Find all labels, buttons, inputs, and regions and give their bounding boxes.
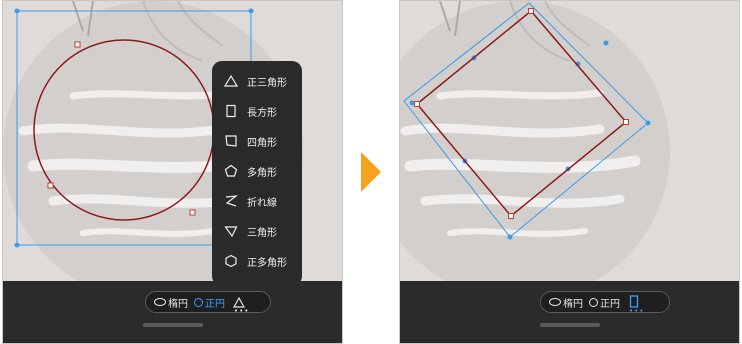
quadrilateral-icon xyxy=(225,135,237,147)
selection-handle[interactable] xyxy=(603,40,609,46)
home-indicator xyxy=(142,323,203,327)
circle-icon xyxy=(194,297,203,307)
left-screenshot-panel: 正三角形 長方形 四角形 多角形 折れ線 三角形 正多角形 楕円 正円 ••• xyxy=(2,0,343,344)
regular-polygon-icon xyxy=(225,254,237,268)
shape-mode-selector: 楕円 正円 ••• xyxy=(145,291,271,315)
menu-item-polygon[interactable]: 多角形 xyxy=(212,156,302,186)
selection-handle[interactable] xyxy=(14,242,20,248)
selection-handle[interactable] xyxy=(248,8,254,14)
triangle-icon xyxy=(224,226,238,238)
menu-item-label: 折れ線 xyxy=(247,197,277,209)
shape-control-point[interactable] xyxy=(189,209,196,216)
menu-item-label: 三角形 xyxy=(247,227,277,239)
shape-type-menu: 正三角形 長方形 四角形 多角形 折れ線 三角形 正多角形 xyxy=(212,61,302,293)
planet-illustration xyxy=(400,1,670,283)
more-shapes-button[interactable]: ••• xyxy=(231,294,248,315)
ellipse-option[interactable]: 楕円 xyxy=(549,295,583,310)
selection-handle[interactable] xyxy=(645,120,651,126)
menu-item-polyline[interactable]: 折れ線 xyxy=(212,186,302,216)
shape-control-point[interactable] xyxy=(414,101,420,107)
bottom-toolbar: 楕円 正円 ••• xyxy=(3,281,342,343)
drawing-canvas[interactable] xyxy=(400,1,740,283)
ellipse-icon xyxy=(154,298,166,306)
menu-item-label: 正多角形 xyxy=(247,257,287,269)
home-indicator xyxy=(539,323,600,327)
shape-control-point[interactable] xyxy=(47,182,54,189)
menu-item-label: 正三角形 xyxy=(247,77,287,89)
circle-option[interactable]: 正円 xyxy=(589,295,620,310)
menu-item-rectangle[interactable]: 長方形 xyxy=(212,96,302,126)
selection-handle[interactable] xyxy=(409,100,415,106)
equilateral-triangle-icon xyxy=(224,74,238,87)
triangle-icon xyxy=(233,296,245,308)
ellipse-option[interactable]: 楕円 xyxy=(154,295,188,310)
menu-item-label: 四角形 xyxy=(247,137,277,149)
menu-item-equilateral-triangle[interactable]: 正三角形 xyxy=(212,66,302,96)
rectangle-icon xyxy=(226,104,236,118)
shape-mode-selector: 楕円 正円 ••• xyxy=(540,291,670,315)
more-dots: ••• xyxy=(234,307,250,315)
shape-control-point[interactable] xyxy=(623,119,629,125)
transition-arrow-icon xyxy=(361,152,381,192)
menu-item-label: 多角形 xyxy=(247,167,277,179)
shape-control-point[interactable] xyxy=(508,213,514,219)
polygon-icon xyxy=(224,164,238,177)
shape-control-point[interactable] xyxy=(74,41,81,48)
circle-icon xyxy=(589,297,598,307)
selection-handle[interactable] xyxy=(507,234,513,240)
menu-item-regular-polygon[interactable]: 正多角形 xyxy=(212,246,302,276)
circle-label: 正円 xyxy=(600,298,620,310)
selection-handle[interactable] xyxy=(14,8,20,14)
more-dots: ••• xyxy=(629,307,645,315)
menu-item-triangle[interactable]: 三角形 xyxy=(212,216,302,246)
circle-option[interactable]: 正円 xyxy=(194,295,225,310)
right-screenshot-panel: 楕円 正円 ••• xyxy=(399,0,740,344)
shape-control-point[interactable] xyxy=(528,8,534,14)
bottom-toolbar: 楕円 正円 ••• xyxy=(400,281,739,343)
more-shapes-button[interactable]: ••• xyxy=(626,294,643,315)
menu-item-label: 長方形 xyxy=(247,107,277,119)
circle-label: 正円 xyxy=(205,298,225,310)
ellipse-label: 楕円 xyxy=(563,298,583,310)
menu-item-quadrilateral[interactable]: 四角形 xyxy=(212,126,302,156)
ellipse-label: 楕円 xyxy=(168,298,188,310)
polyline-icon xyxy=(225,195,238,207)
ellipse-icon xyxy=(549,298,561,306)
